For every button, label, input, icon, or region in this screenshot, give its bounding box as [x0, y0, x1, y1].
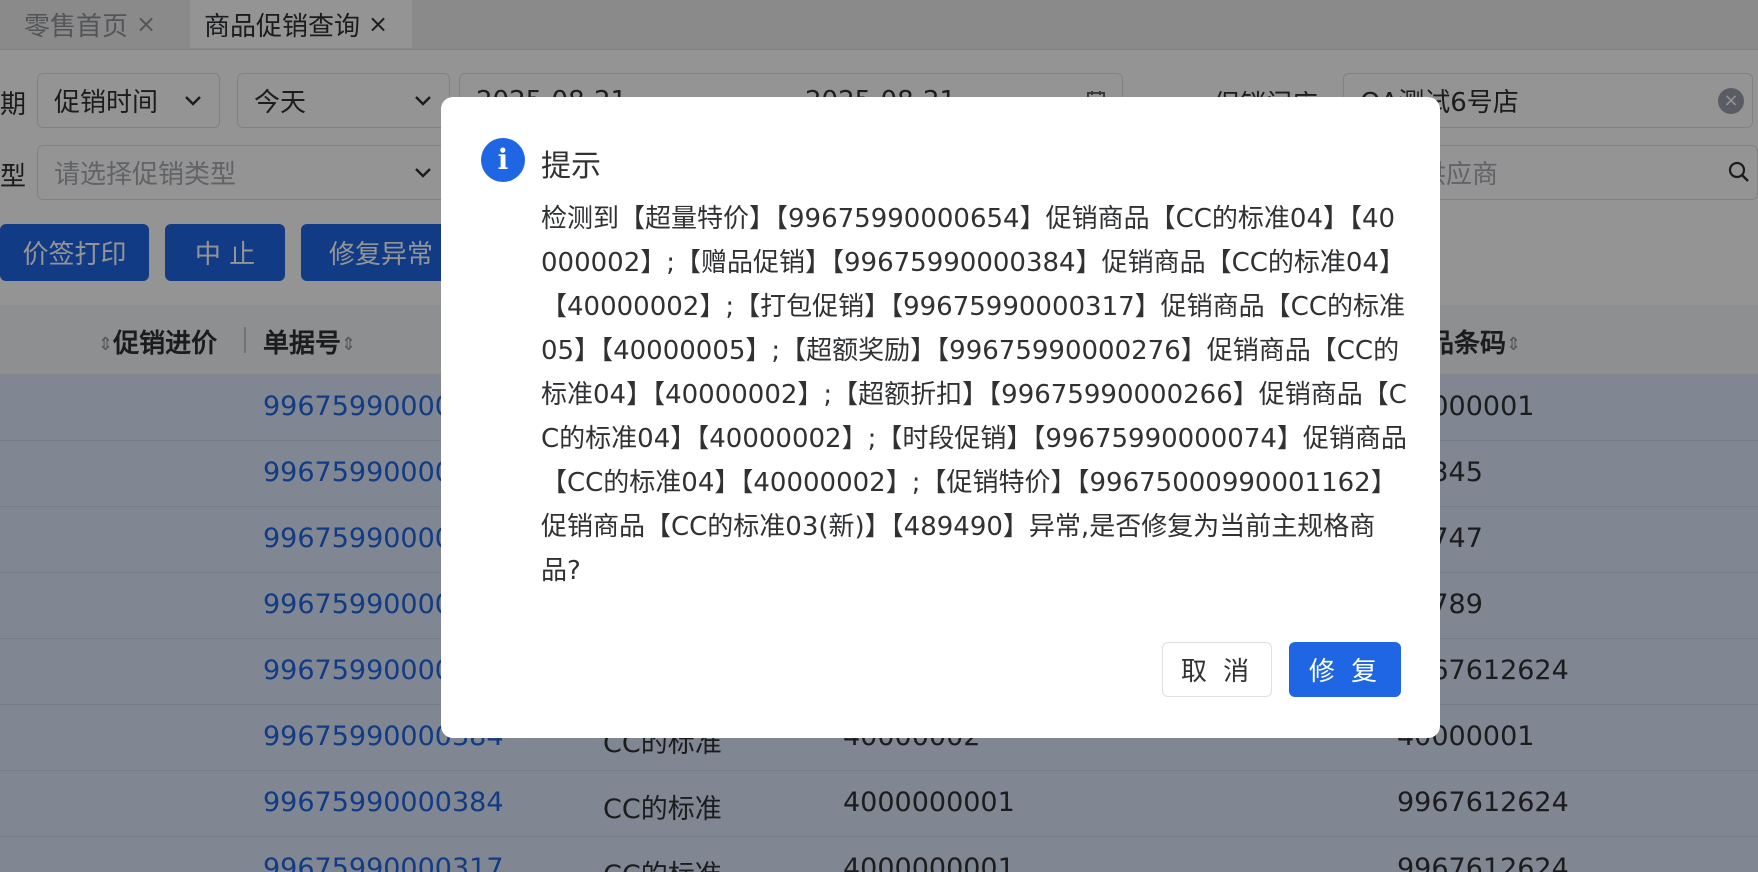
info-icon: i [481, 138, 525, 182]
confirm-dialog: i 提示 检测到【超量特价】【99675990000654】促销商品【CC的标准… [441, 97, 1440, 738]
dialog-message: 检测到【超量特价】【99675990000654】促销商品【CC的标准04】【4… [541, 204, 1407, 586]
cancel-button[interactable]: 取 消 [1162, 642, 1272, 697]
dialog-title: 提示 [541, 149, 601, 184]
repair-button[interactable]: 修 复 [1289, 642, 1401, 697]
